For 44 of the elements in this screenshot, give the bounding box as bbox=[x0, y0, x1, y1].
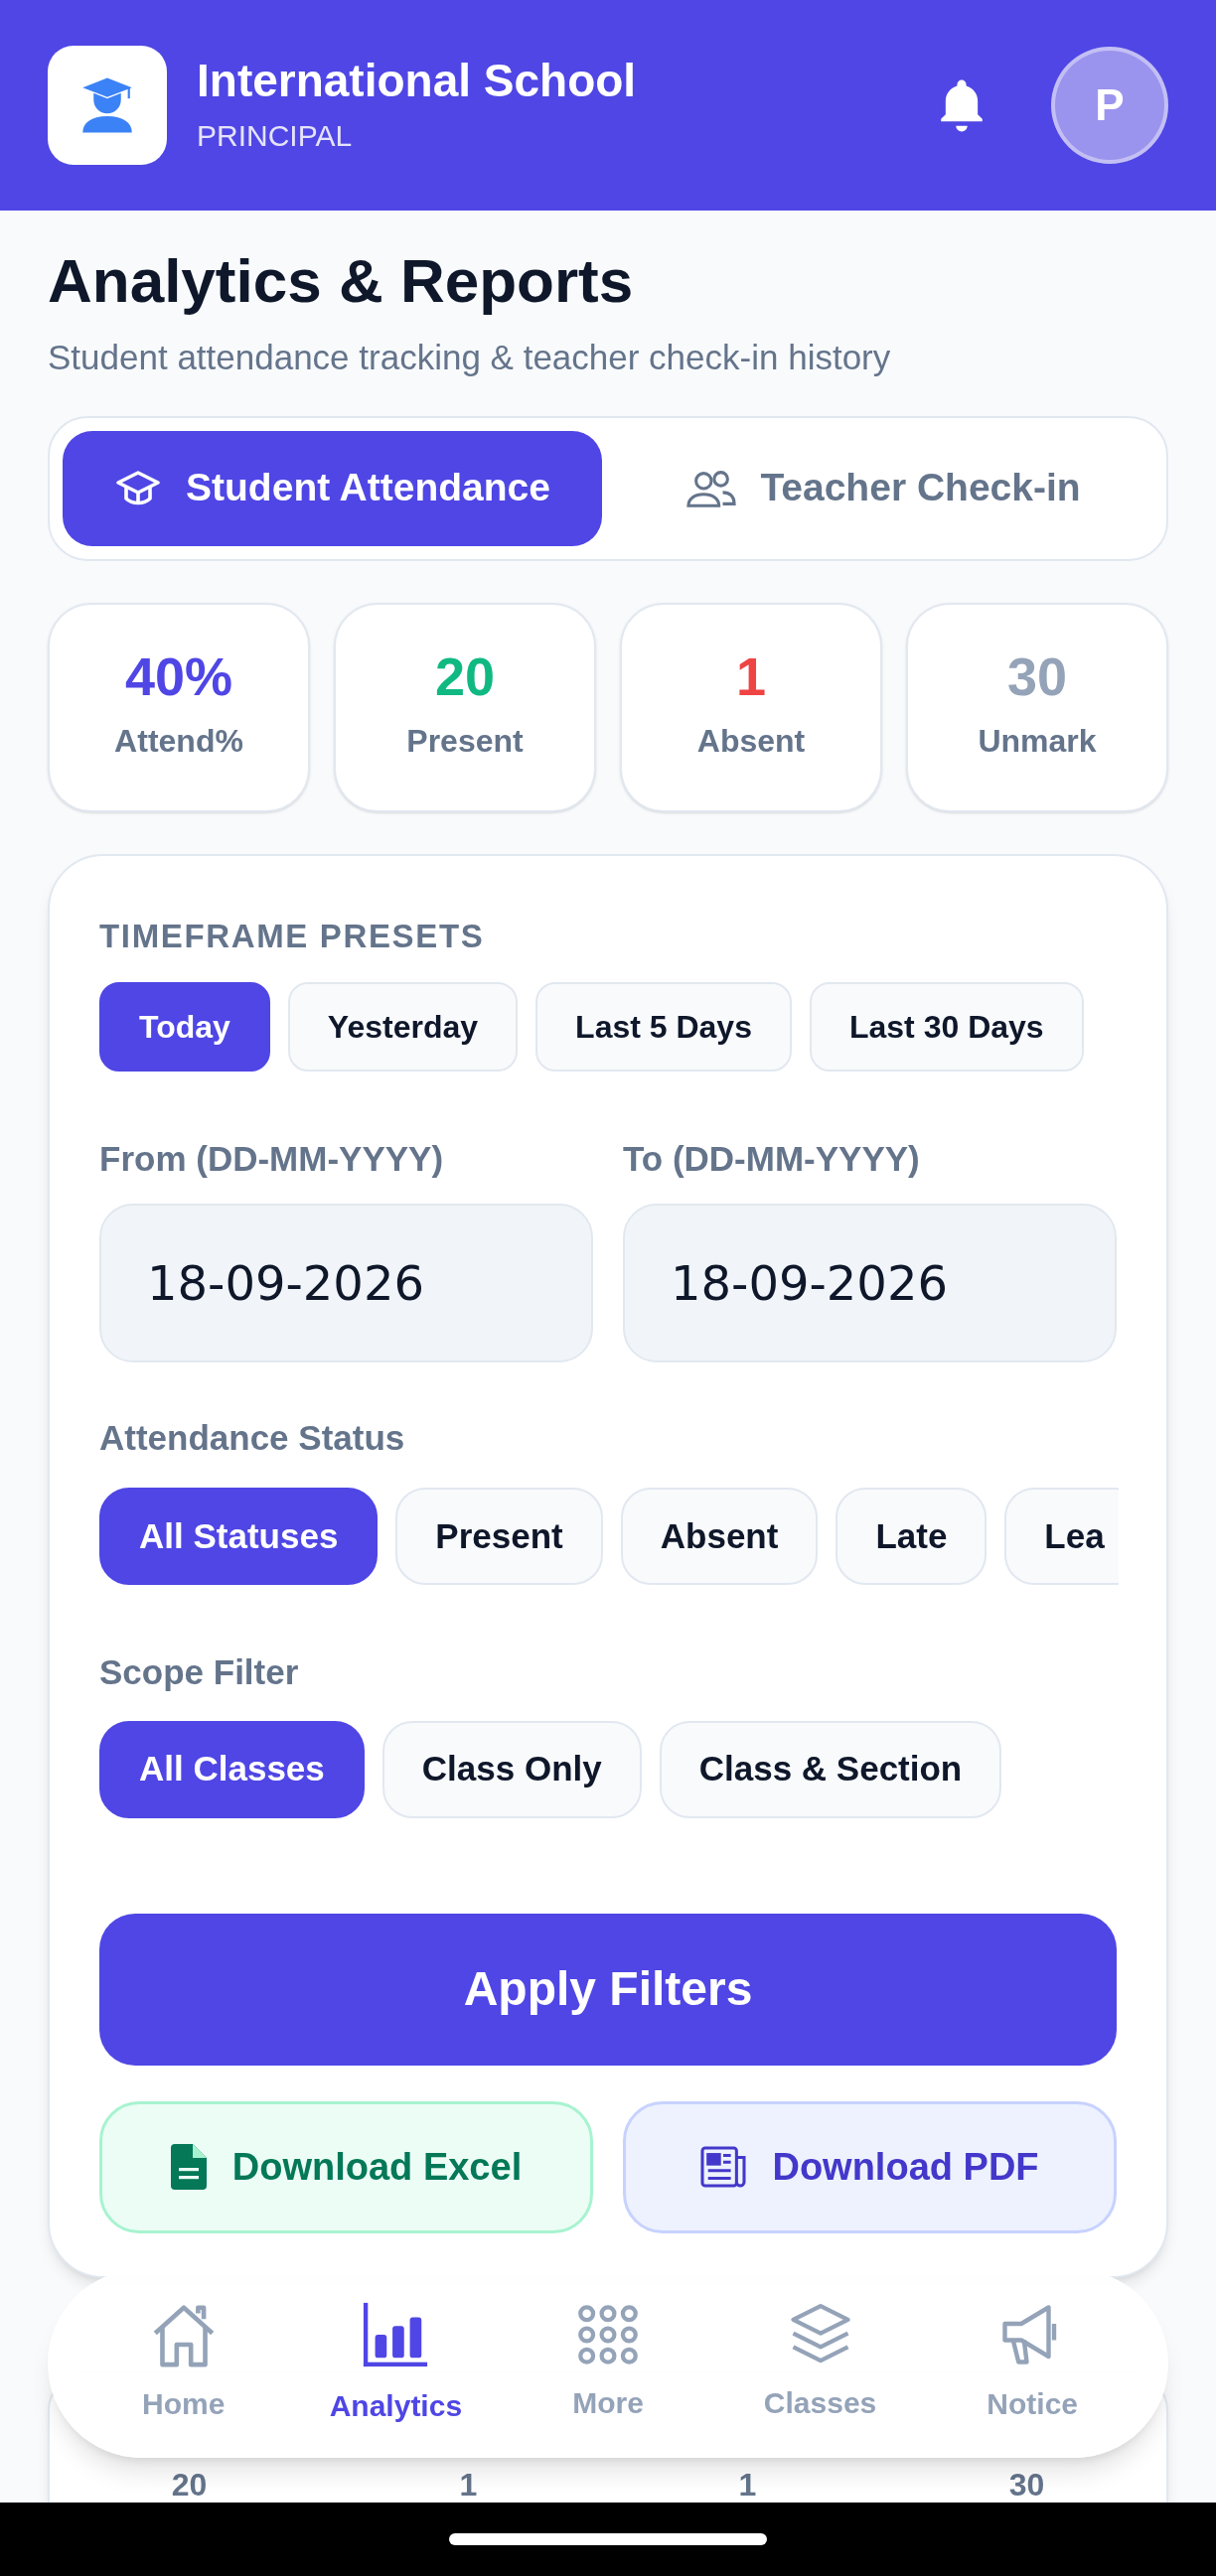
field-label: Scope Filter bbox=[99, 1651, 300, 1693]
date-field[interactable]: 18-09-2026 bbox=[99, 1203, 593, 1362]
distribution-value: 30 bbox=[1008, 2465, 1045, 2504]
tab[interactable]: Teacher Check-in bbox=[614, 430, 1153, 546]
stat-value: 40% bbox=[124, 649, 233, 703]
filter-chip[interactable]: All Statuses bbox=[99, 1488, 379, 1585]
date-field[interactable]: 18-09-2026 bbox=[623, 1203, 1117, 1362]
filter-chip[interactable]: Lea bbox=[1004, 1488, 1119, 1585]
stat-label: Unmark bbox=[978, 722, 1097, 761]
stat-label: Attend% bbox=[114, 722, 243, 761]
users-icon bbox=[686, 468, 737, 508]
filter-chip[interactable]: Class & Section bbox=[659, 1720, 1002, 1818]
filter-chip[interactable]: Last 5 Days bbox=[535, 982, 792, 1072]
download-excel-button[interactable]: Download Excel bbox=[99, 2100, 593, 2233]
filter-chip[interactable]: Class Only bbox=[381, 1720, 642, 1818]
filter-chip[interactable]: Present bbox=[395, 1488, 603, 1585]
user-role: PRINCIPAL bbox=[197, 118, 354, 155]
newspaper-icon bbox=[700, 2146, 747, 2188]
section-label: TIMEFRAME PRESETS bbox=[99, 916, 486, 956]
nav-tab[interactable]: Analytics bbox=[301, 2299, 491, 2428]
filter-chip[interactable]: Last 30 Days bbox=[809, 982, 1084, 1072]
stat-label: Absent bbox=[696, 722, 806, 761]
tab[interactable]: Student Attendance bbox=[63, 430, 602, 546]
stat-value: 1 bbox=[735, 649, 766, 703]
distribution-value: 20 bbox=[171, 2465, 208, 2504]
field-label: To (DD-MM-YYYY) bbox=[623, 1138, 921, 1180]
stat-value: 20 bbox=[434, 649, 496, 703]
page-subtitle: Student attendance tracking & teacher check-in history bbox=[48, 337, 892, 378]
stat-value: 30 bbox=[1006, 649, 1068, 703]
field-label: Attendance Status bbox=[99, 1416, 406, 1459]
filter-chip[interactable]: Yesterday bbox=[287, 982, 519, 1072]
filter-chip[interactable]: Today bbox=[99, 982, 270, 1072]
filter-chip[interactable]: Absent bbox=[620, 1488, 819, 1585]
distribution-value: 1 bbox=[738, 2465, 757, 2504]
stat-label: Present bbox=[406, 722, 524, 761]
school-name: International School bbox=[197, 53, 637, 108]
grid-dots-icon bbox=[576, 2302, 640, 2366]
apply-filters-button[interactable]: Apply Filters bbox=[99, 1913, 1117, 2066]
document-icon bbox=[170, 2144, 207, 2190]
field-label: From (DD-MM-YYYY) bbox=[99, 1138, 445, 1180]
download-pdf-button[interactable]: Download PDF bbox=[623, 2100, 1117, 2233]
distribution-value: 1 bbox=[459, 2465, 478, 2504]
filter-chip[interactable]: All Classes bbox=[99, 1720, 365, 1818]
filter-chip[interactable]: Late bbox=[836, 1488, 988, 1585]
